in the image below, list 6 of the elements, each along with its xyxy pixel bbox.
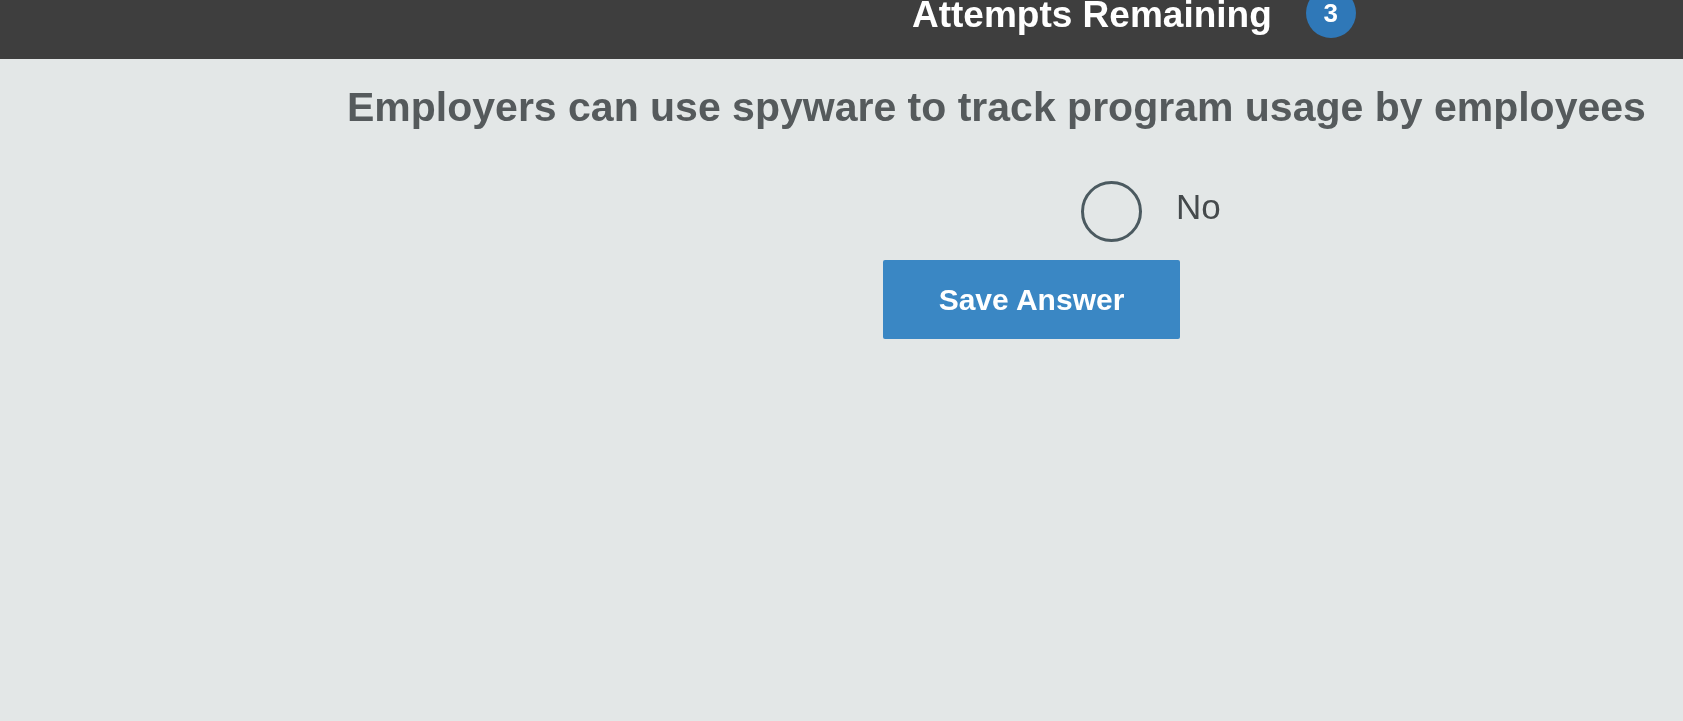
option-label: No bbox=[1176, 186, 1221, 227]
save-answer-button[interactable]: Save Answer bbox=[883, 260, 1180, 339]
attempts-remaining-label: Attempts Remaining bbox=[912, 0, 1272, 33]
attempts-count-badge: 3 bbox=[1305, 0, 1356, 38]
question-text: Employers can use spyware to track program usage by employees bbox=[347, 83, 1647, 131]
radio-button[interactable] bbox=[1081, 181, 1142, 242]
